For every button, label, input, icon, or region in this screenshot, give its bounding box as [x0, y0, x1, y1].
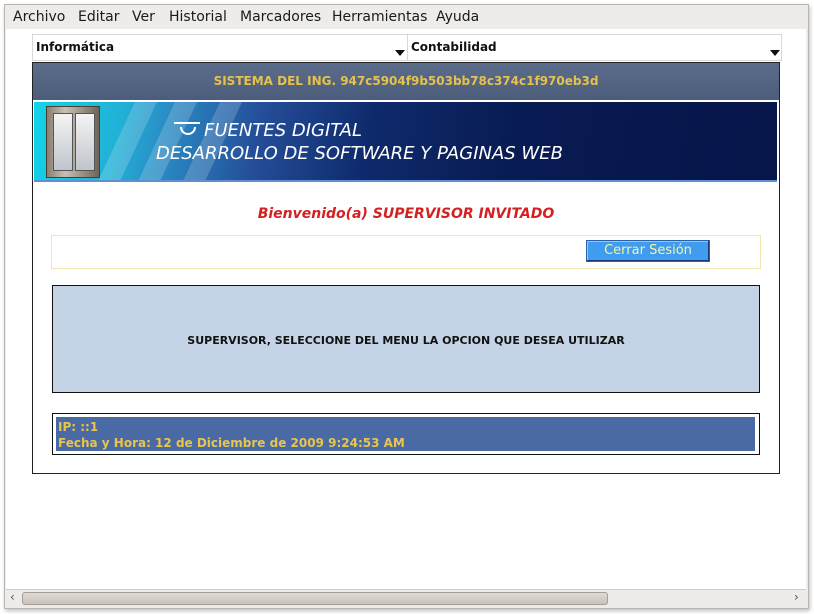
info-panel: SUPERVISOR, SELECCIONE DEL MENU LA OPCIO…	[52, 285, 760, 393]
banner-title: FUENTES DIGITAL	[204, 120, 362, 141]
browser-window: Archivo Editar Ver Historial Marcadores …	[4, 4, 809, 609]
footer-panel: IP: ::1 Fecha y Hora: 12 de Diciembre de…	[52, 413, 760, 455]
system-title: SISTEMA DEL ING. 947c5904f9b503bb78c374c…	[33, 63, 779, 100]
banner-subtitle: DESARROLLO DE SOFTWARE Y PAGINAS WEB	[156, 143, 563, 164]
welcome-message: Bienvenido(a) SUPERVISOR INVITADO	[257, 206, 555, 222]
main-frame: SISTEMA DEL ING. 947c5904f9b503bb78c374c…	[32, 62, 780, 474]
menu-historial[interactable]: Historial	[169, 9, 227, 25]
menu-archivo[interactable]: Archivo	[13, 9, 65, 25]
chevron-down-icon	[395, 50, 405, 56]
door-logo-image	[46, 106, 100, 178]
scrollbar-thumb[interactable]	[22, 592, 608, 605]
dropdown-informatica-label: Informática	[36, 40, 115, 54]
menu-marcadores[interactable]: Marcadores	[240, 9, 321, 25]
ip-address: IP: ::1	[58, 420, 99, 434]
dropdown-informatica[interactable]: Informática	[33, 35, 408, 60]
logout-button[interactable]: Cerrar Sesión	[586, 240, 710, 262]
menu-bar: Archivo Editar Ver Historial Marcadores …	[5, 5, 808, 29]
horizontal-scrollbar[interactable]: ‹ ›	[6, 589, 806, 606]
logout-container: Cerrar Sesión	[51, 235, 761, 269]
menu-ayuda[interactable]: Ayuda	[436, 9, 479, 25]
logo-mark-icon	[174, 122, 200, 138]
footer-inner: IP: ::1 Fecha y Hora: 12 de Diciembre de…	[56, 417, 755, 451]
page-content: Informática Contabilidad SISTEMA DEL ING…	[6, 29, 806, 589]
menu-editar[interactable]: Editar	[78, 9, 119, 25]
header-banner: FUENTES DIGITAL DESARROLLO DE SOFTWARE Y…	[34, 102, 777, 182]
date-time: Fecha y Hora: 12 de Diciembre de 2009 9:…	[58, 436, 405, 450]
dropdown-contabilidad-label: Contabilidad	[411, 40, 497, 54]
scroll-left-icon[interactable]: ‹	[10, 590, 15, 604]
dropdown-contabilidad[interactable]: Contabilidad	[408, 35, 781, 60]
info-message: SUPERVISOR, SELECCIONE DEL MENU LA OPCIO…	[187, 334, 625, 347]
scroll-right-icon[interactable]: ›	[794, 590, 799, 604]
top-dropdown-menu: Informática Contabilidad	[32, 34, 782, 61]
menu-ver[interactable]: Ver	[132, 9, 155, 25]
menu-herramientas[interactable]: Herramientas	[332, 9, 427, 25]
chevron-down-icon	[770, 50, 780, 56]
